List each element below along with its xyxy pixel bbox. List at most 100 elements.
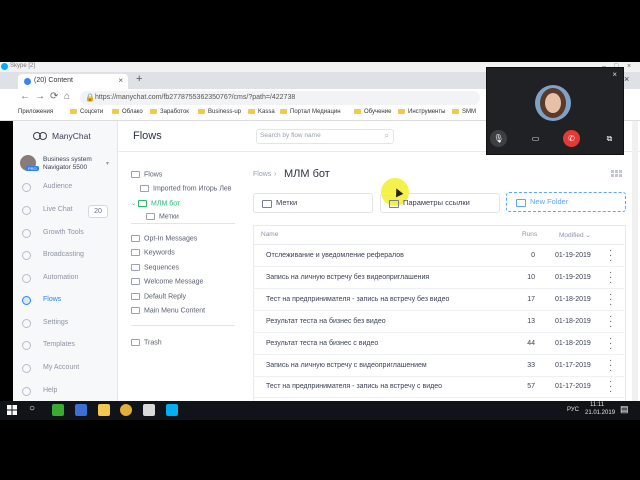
sidebar-item-settings[interactable]: Settings xyxy=(20,317,110,331)
tree-folder-imported[interactable]: Imported from Игорь Лев xyxy=(140,185,232,192)
sidebar-item-broadcasting[interactable]: Broadcasting xyxy=(20,249,110,263)
video-close-icon[interactable]: × xyxy=(612,70,617,79)
bookmark-item[interactable]: Заработок xyxy=(150,109,189,115)
folder-icon xyxy=(452,109,459,114)
bookmark-item[interactable]: Портал Медиацин xyxy=(280,109,341,115)
avatar-face xyxy=(545,93,561,113)
sidebar-item-audience[interactable]: Audience xyxy=(20,181,110,195)
skype-title: Skype [2] xyxy=(10,63,36,69)
bookmark-item[interactable]: SMM xyxy=(452,109,476,115)
table-row[interactable]: Тест на предпринимателя - запись на встр… xyxy=(253,376,624,398)
folder-card-metki[interactable]: Метки xyxy=(253,193,373,213)
bookmark-item[interactable]: Обучение xyxy=(354,109,391,115)
taskbar xyxy=(0,401,640,420)
table-row[interactable]: Результат теста на бизнес без видео 13 01-… xyxy=(253,311,624,333)
tree-folder-flows[interactable]: Flows xyxy=(131,171,162,178)
address-bar[interactable]: 🔒 https://manychat.com/fb277875536235076… xyxy=(80,91,480,105)
folder-icon xyxy=(198,109,205,114)
chevron-down-icon: ⌄ xyxy=(131,201,137,208)
page-scrollbar[interactable] xyxy=(632,121,638,401)
search-input[interactable]: Search by flow name ⌕ xyxy=(256,129,394,144)
grid-view-icon[interactable] xyxy=(611,170,623,180)
back-button[interactable]: ← xyxy=(20,91,30,102)
sidebar-item-automation[interactable]: Automation xyxy=(20,272,110,286)
taskbar-app-icon[interactable] xyxy=(52,404,64,416)
tree-folder-mlm-bot[interactable]: ⌄ МЛМ бот xyxy=(131,200,180,207)
tree-opt-in-messages[interactable]: Opt-In Messages xyxy=(131,235,197,242)
table-row[interactable]: Запись на личную встречу с видеоприглаше… xyxy=(253,355,624,377)
bookmark-apps[interactable]: Приложения xyxy=(18,109,53,115)
bookmark-item[interactable]: Облако xyxy=(112,109,143,115)
row-menu-icon[interactable]: · · · xyxy=(609,290,613,310)
flows-icon xyxy=(22,296,31,305)
tree-welcome-message[interactable]: Welcome Message xyxy=(131,278,203,285)
folder-icon xyxy=(248,109,255,114)
table-row[interactable]: Результат теста на бизнес с видео 44 01-18… xyxy=(253,333,624,355)
row-menu-icon[interactable]: · · · xyxy=(609,356,613,376)
table-row[interactable]: Тест на предпринимателя - запись на встр… xyxy=(253,289,624,311)
clock-time[interactable]: 11:11 xyxy=(590,402,604,408)
menu-icon xyxy=(131,307,140,314)
broadcasting-icon xyxy=(22,251,31,260)
home-button[interactable]: ⌂ xyxy=(64,91,70,102)
automation-icon xyxy=(22,274,31,283)
row-menu-icon[interactable]: · · · xyxy=(609,312,613,332)
skype-close-button[interactable]: × xyxy=(627,63,631,70)
sidebar-item-flows[interactable]: Flows xyxy=(20,294,110,308)
tab-title: (20) Content xyxy=(34,77,73,84)
breadcrumb-flows[interactable]: Flows xyxy=(253,171,271,178)
column-runs[interactable]: Runs xyxy=(522,231,537,238)
screen-share-icon[interactable]: ⧉ xyxy=(601,130,618,147)
account-name[interactable]: Business system Navigator 5500 xyxy=(43,156,103,172)
notifications-icon[interactable]: ▤ xyxy=(620,404,629,415)
sidebar-item-templates[interactable]: Templates xyxy=(20,339,110,353)
bookmark-item[interactable]: Business-up xyxy=(198,109,241,115)
table-row[interactable]: Запись на личную встречу без видеопригла… xyxy=(253,267,624,289)
folder-plus-icon xyxy=(516,199,526,207)
tree-keywords[interactable]: Keywords xyxy=(131,249,175,256)
bookmark-item[interactable]: Инструменты xyxy=(398,109,445,115)
row-menu-icon[interactable]: · · · xyxy=(609,268,613,288)
breadcrumb-separator-icon: › xyxy=(274,171,277,178)
tree-sequences[interactable]: Sequences xyxy=(131,264,179,271)
tab-close-icon[interactable]: × xyxy=(118,76,123,85)
table-row[interactable]: Отслеживание и уведомление рефералов 0 01-… xyxy=(253,245,624,267)
tab-content[interactable]: (20) Content × xyxy=(18,74,128,89)
column-name[interactable]: Name xyxy=(261,231,278,238)
file-explorer-icon[interactable] xyxy=(98,404,110,416)
tree-default-reply[interactable]: Default Reply xyxy=(131,293,186,300)
forward-button[interactable]: → xyxy=(35,91,45,102)
window-close-button[interactable]: × xyxy=(624,74,629,84)
row-menu-icon[interactable]: · · · xyxy=(609,377,613,397)
new-folder-button[interactable]: New Folder xyxy=(506,192,626,212)
windows-start-icon[interactable] xyxy=(7,405,17,415)
camera-off-icon[interactable]: ▭ xyxy=(527,130,544,147)
skype-taskbar-icon[interactable] xyxy=(166,404,178,416)
skype-icon xyxy=(1,63,8,70)
hangup-icon[interactable]: ✆ xyxy=(563,130,580,147)
live-chat-icon xyxy=(22,206,31,215)
bookmark-item[interactable]: Kassa xyxy=(248,109,275,115)
chrome-icon[interactable] xyxy=(120,404,132,416)
tree-folder-metki[interactable]: Метки xyxy=(146,213,179,221)
language-indicator[interactable]: РУС xyxy=(567,407,579,413)
new-tab-button[interactable]: + xyxy=(136,73,142,85)
sidebar-item-my-account[interactable]: My Account xyxy=(20,362,110,376)
microphone-icon[interactable]: 🎙 xyxy=(490,130,507,147)
sidebar-item-growth-tools[interactable]: Growth Tools xyxy=(20,227,110,241)
account-dropdown-icon[interactable]: ▾ xyxy=(106,160,109,167)
row-menu-icon[interactable]: · · · xyxy=(609,334,613,354)
reload-button[interactable]: ⟳ xyxy=(50,91,58,102)
tree-divider xyxy=(131,325,235,326)
bookmark-item[interactable]: Соцсети xyxy=(70,109,103,115)
taskbar-app-icon[interactable] xyxy=(75,404,87,416)
column-modified[interactable]: Modified ⌄ xyxy=(559,231,591,239)
search-taskbar-icon[interactable]: ○ xyxy=(29,403,35,414)
default-reply-icon xyxy=(131,293,140,300)
sidebar-item-help[interactable]: Help xyxy=(20,385,110,399)
tree-main-menu-content[interactable]: Main Menu Content xyxy=(131,307,205,314)
taskbar-app-icon[interactable] xyxy=(143,404,155,416)
clock-date[interactable]: 21.01.2019 xyxy=(585,410,615,416)
tree-trash[interactable]: Trash xyxy=(131,339,162,346)
row-menu-icon[interactable]: · · · xyxy=(609,246,613,266)
